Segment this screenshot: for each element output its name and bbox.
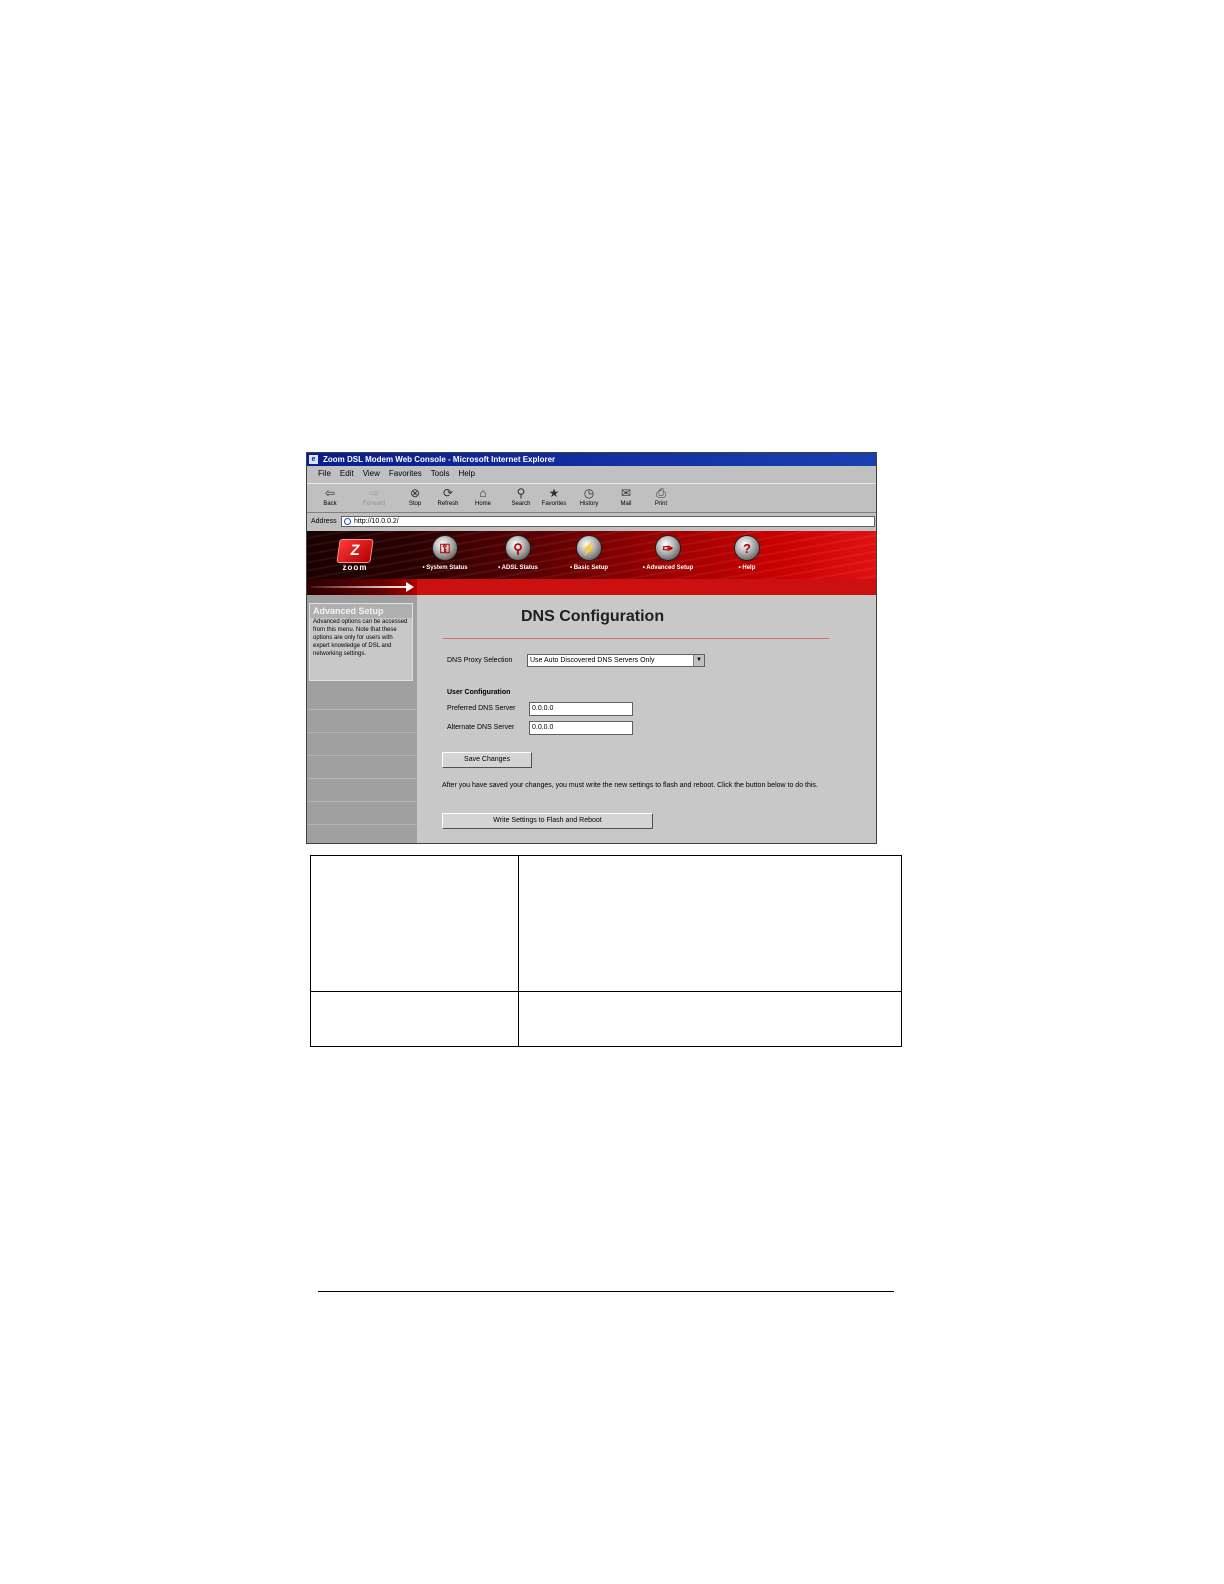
refresh-button[interactable]: ⟳ Refresh bbox=[431, 486, 465, 512]
history-icon: ◷ bbox=[583, 486, 595, 500]
table-cell bbox=[310, 991, 519, 1047]
write-flash-reboot-button[interactable]: Write Settings to Flash and Reboot bbox=[442, 813, 653, 829]
menu-view[interactable]: View bbox=[363, 467, 380, 481]
table-cell bbox=[310, 855, 519, 992]
mail-icon: ✉ bbox=[620, 486, 632, 500]
table-row bbox=[310, 991, 902, 1047]
sidebar-slot bbox=[307, 756, 417, 779]
window-title: Zoom DSL Modem Web Console - Microsoft I… bbox=[323, 455, 556, 464]
address-input[interactable]: http://10.0.0.2/ bbox=[341, 516, 875, 527]
nav-advanced-setup[interactable]: ✑ • Advanced Setup bbox=[628, 535, 708, 571]
alternate-dns-label: Alternate DNS Server bbox=[447, 724, 515, 731]
sidebar-slot bbox=[307, 825, 417, 843]
favorites-button[interactable]: ★ Favorites bbox=[537, 486, 571, 512]
stop-icon: ⊗ bbox=[409, 486, 421, 500]
forward-button[interactable]: ⇨ Forward bbox=[357, 486, 391, 512]
sidebar: Advanced Setup Advanced options can be a… bbox=[307, 595, 417, 843]
lock-icon: ⚿ bbox=[432, 535, 458, 561]
table-cell bbox=[518, 855, 902, 992]
search-button[interactable]: ⚲ Search bbox=[504, 486, 538, 512]
sidebar-slot bbox=[307, 733, 417, 756]
dns-proxy-label: DNS Proxy Selection bbox=[447, 657, 513, 664]
nav-adsl-status[interactable]: ⚲ • ADSL Status bbox=[478, 535, 558, 571]
wrench-icon: ✑ bbox=[655, 535, 681, 561]
print-button[interactable]: ⎙ Print bbox=[644, 486, 678, 512]
refresh-icon: ⟳ bbox=[442, 486, 454, 500]
nav-basic-setup[interactable]: ⚡ • Basic Setup bbox=[549, 535, 629, 571]
address-bar: Address http://10.0.0.2/ bbox=[307, 514, 876, 529]
title-bar: e Zoom DSL Modem Web Console - Microsoft… bbox=[307, 453, 876, 466]
arrow-strip bbox=[307, 579, 417, 595]
user-config-label: User Configuration bbox=[447, 689, 511, 696]
magnifier-icon: ⚲ bbox=[505, 535, 531, 561]
title-divider bbox=[443, 638, 829, 639]
zoom-logo-mark-icon: Z bbox=[336, 539, 374, 563]
preferred-dns-input[interactable]: 0.0.0.0 bbox=[529, 702, 633, 716]
sidebar-slot bbox=[307, 687, 417, 710]
nav-help[interactable]: ? • Help bbox=[707, 535, 787, 571]
history-button[interactable]: ◷ History bbox=[572, 486, 606, 512]
table-cell bbox=[518, 991, 902, 1047]
back-arrow-icon: ⇦ bbox=[324, 486, 336, 500]
sidebar-slot bbox=[307, 802, 417, 825]
mail-button[interactable]: ✉ Mail bbox=[609, 486, 643, 512]
reboot-note: After you have saved your changes, you m… bbox=[442, 782, 818, 789]
menu-favorites[interactable]: Favorites bbox=[389, 467, 422, 481]
table-row bbox=[310, 855, 902, 992]
page-title: DNS Configuration bbox=[521, 608, 665, 625]
alternate-dns-input[interactable]: 0.0.0.0 bbox=[529, 721, 633, 735]
menu-bar: File Edit View Favorites Tools Help bbox=[307, 467, 876, 481]
print-icon: ⎙ bbox=[656, 486, 666, 500]
browser-toolbar: ⇦ Back ⇨ Forward ⊗ Stop ⟳ Refresh ⌂ Home… bbox=[307, 483, 876, 513]
home-icon: ⌂ bbox=[479, 486, 487, 500]
sidebar-title: Advanced Setup bbox=[310, 604, 412, 618]
sidebar-slot bbox=[307, 779, 417, 802]
sidebar-slot bbox=[307, 710, 417, 733]
home-button[interactable]: ⌂ Home bbox=[466, 486, 500, 512]
dns-proxy-select[interactable]: Use Auto Discovered DNS Servers Only ▼ bbox=[527, 654, 705, 667]
back-button[interactable]: ⇦ Back bbox=[313, 486, 347, 512]
document-table bbox=[310, 855, 902, 1047]
search-icon: ⚲ bbox=[516, 486, 526, 500]
browser-window: e Zoom DSL Modem Web Console - Microsoft… bbox=[306, 452, 877, 844]
menu-edit[interactable]: Edit bbox=[340, 467, 354, 481]
save-changes-button[interactable]: Save Changes bbox=[442, 752, 532, 768]
help-icon: ? bbox=[734, 535, 760, 561]
arrow-right-icon bbox=[406, 582, 414, 592]
menu-help[interactable]: Help bbox=[458, 467, 474, 481]
footer-rule bbox=[318, 1291, 894, 1292]
address-label: Address bbox=[311, 518, 337, 525]
favorites-icon: ★ bbox=[548, 486, 560, 500]
forward-arrow-icon: ⇨ bbox=[368, 486, 380, 500]
header-red-bar bbox=[307, 579, 876, 595]
plug-icon: ⚡ bbox=[576, 535, 602, 561]
zoom-logo[interactable]: Z zoom bbox=[336, 539, 374, 572]
page-icon bbox=[344, 518, 351, 525]
main-content: DNS Configuration DNS Proxy Selection Us… bbox=[417, 595, 876, 843]
sidebar-panel: Advanced Setup Advanced options can be a… bbox=[309, 603, 413, 681]
sidebar-menu-slots bbox=[307, 687, 417, 843]
sidebar-description: Advanced options can be accessed from th… bbox=[313, 619, 408, 657]
menu-file[interactable]: File bbox=[318, 467, 331, 481]
ie-icon: e bbox=[309, 455, 318, 464]
chevron-down-icon[interactable]: ▼ bbox=[693, 655, 704, 666]
menu-tools[interactable]: Tools bbox=[431, 467, 450, 481]
stop-button[interactable]: ⊗ Stop bbox=[398, 486, 432, 512]
nav-system-status[interactable]: ⚿ • System Status bbox=[405, 535, 485, 571]
preferred-dns-label: Preferred DNS Server bbox=[447, 705, 516, 712]
console-header: Z zoom ⚿ • System Status ⚲ • ADSL Status… bbox=[307, 531, 876, 579]
